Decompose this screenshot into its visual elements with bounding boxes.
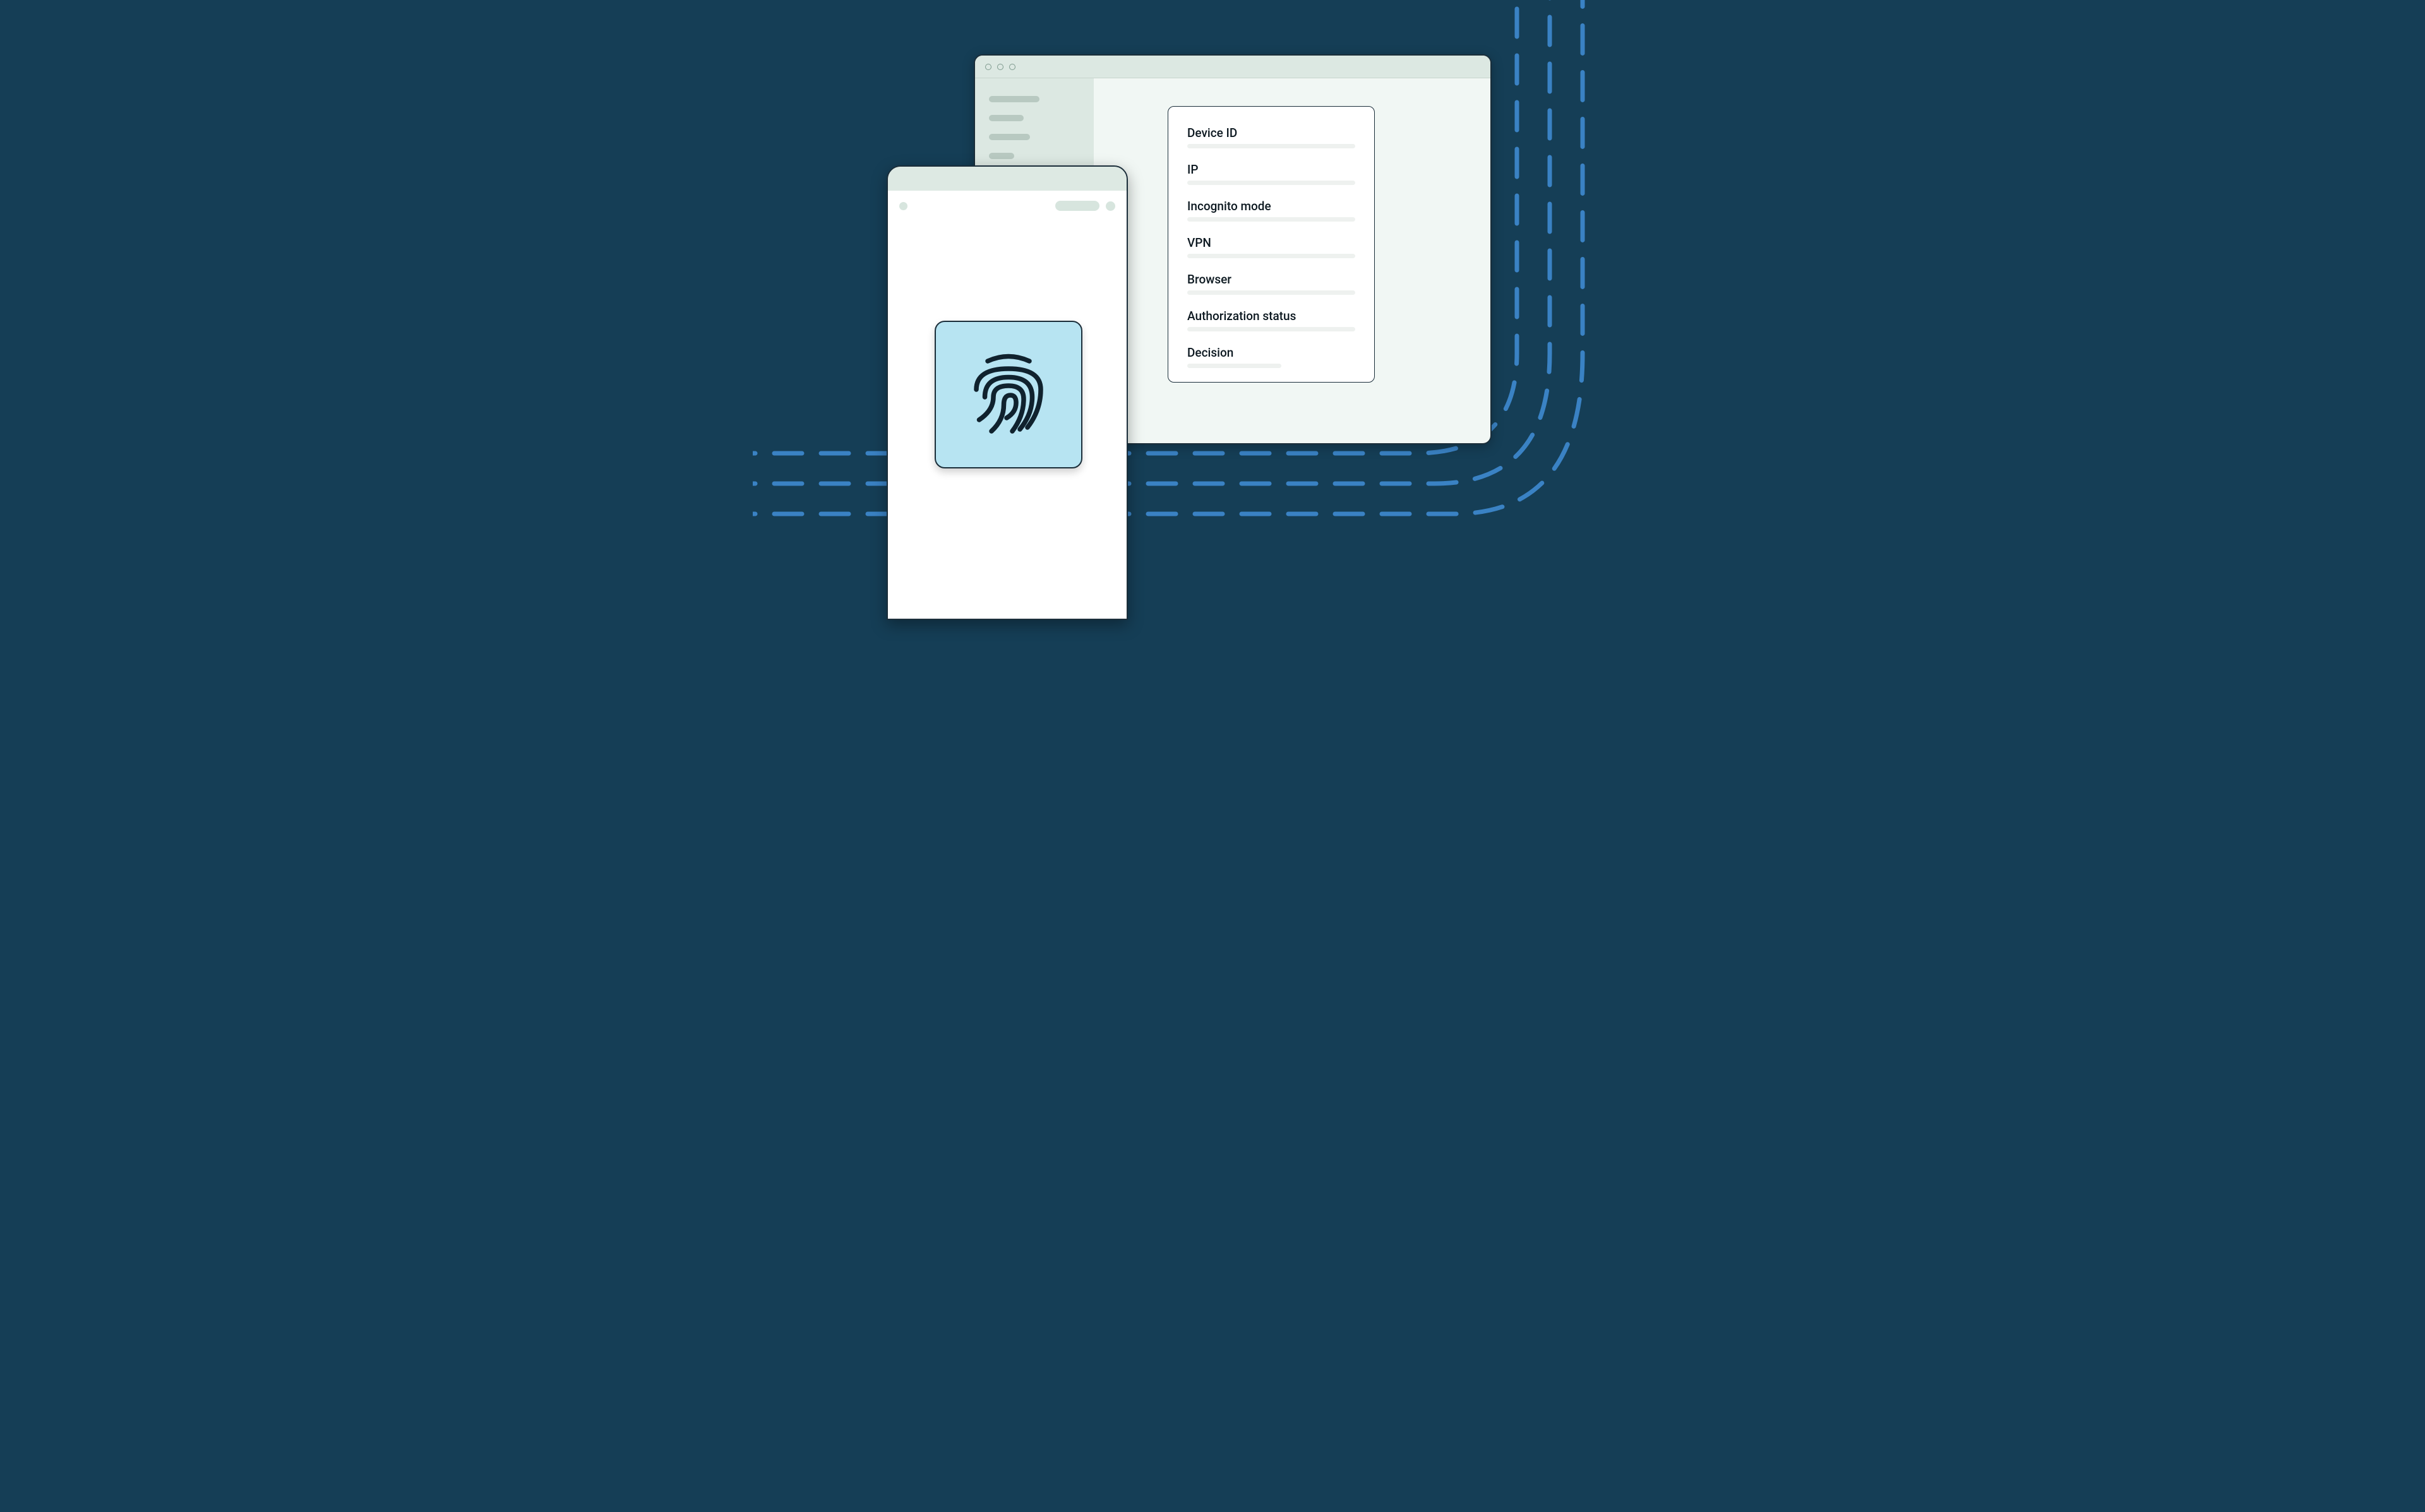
value-placeholder <box>1187 290 1355 295</box>
sidebar-item-placeholder <box>989 134 1030 140</box>
value-placeholder <box>1187 364 1281 368</box>
sidebar-item-placeholder <box>989 153 1014 159</box>
info-label: IP <box>1187 162 1355 177</box>
info-row-vpn: VPN <box>1187 235 1355 258</box>
mobile-device <box>887 165 1128 620</box>
illustration-stage: Device ID IP Incognito mode VPN <box>753 0 1672 556</box>
status-pill-placeholder <box>1055 201 1099 211</box>
status-dot-icon <box>899 202 907 210</box>
value-placeholder <box>1187 254 1355 258</box>
value-placeholder <box>1187 144 1355 148</box>
info-row-authorization: Authorization status <box>1187 309 1355 331</box>
info-label: Decision <box>1187 345 1355 360</box>
status-dot-icon <box>1106 201 1115 211</box>
info-label: VPN <box>1187 235 1355 250</box>
phone-status-bar <box>888 191 1127 211</box>
window-control-max-icon <box>1009 64 1015 70</box>
fingerprint-icon <box>961 346 1056 443</box>
value-placeholder <box>1187 327 1355 331</box>
device-info-card: Device ID IP Incognito mode VPN <box>1168 106 1375 383</box>
value-placeholder <box>1187 181 1355 185</box>
info-row-decision: Decision <box>1187 345 1355 368</box>
sidebar-item-placeholder <box>989 115 1024 121</box>
info-row-device-id: Device ID <box>1187 126 1355 148</box>
window-control-min-icon <box>997 64 1003 70</box>
info-label: Authorization status <box>1187 309 1355 323</box>
phone-notch-bar <box>888 167 1127 191</box>
window-control-close-icon <box>985 64 991 70</box>
info-row-browser: Browser <box>1187 272 1355 295</box>
sidebar-item-placeholder <box>989 96 1039 102</box>
info-label: Device ID <box>1187 126 1355 140</box>
info-label: Incognito mode <box>1187 199 1355 213</box>
browser-titlebar <box>975 56 1490 78</box>
fingerprint-tile <box>935 321 1082 468</box>
value-placeholder <box>1187 217 1355 222</box>
info-row-ip: IP <box>1187 162 1355 185</box>
info-row-incognito: Incognito mode <box>1187 199 1355 222</box>
browser-content: Device ID IP Incognito mode VPN <box>1095 78 1490 443</box>
info-label: Browser <box>1187 272 1355 287</box>
